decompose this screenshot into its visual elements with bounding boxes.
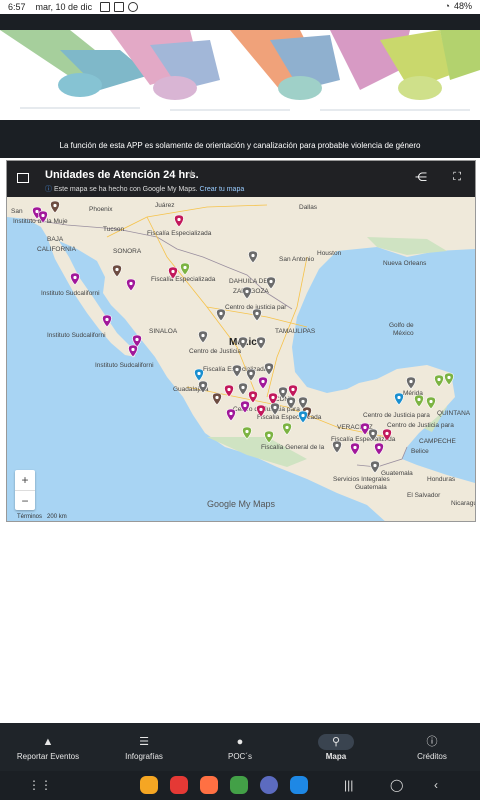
system-navigation: ⋮⋮ ||| ◯ ‹ xyxy=(0,771,480,800)
map-header: Unidades de Atención 24 hrs. ★ ⓘ Este ma… xyxy=(7,161,475,197)
google-icon xyxy=(128,2,139,12)
sidebar-toggle-icon[interactable] xyxy=(17,173,29,183)
map-label: Centro de Justicia xyxy=(189,348,241,355)
list-icon: ☰ xyxy=(139,735,149,748)
map-label: Centro de Justicia para xyxy=(387,422,454,429)
app-bar xyxy=(0,14,480,30)
nav-pocs[interactable]: ● POC´s xyxy=(192,723,288,771)
doc-icon xyxy=(114,2,125,12)
zoom-in-button[interactable]: + xyxy=(15,470,35,490)
handshake-banner-image xyxy=(0,30,480,111)
person-icon: ● xyxy=(236,735,244,748)
map-title: Unidades de Atención 24 hrs. xyxy=(45,169,199,181)
map-label: Fiscalía Especializada xyxy=(147,230,212,237)
map-label: Dallas xyxy=(299,204,318,211)
map-subtitle: ⓘ Este mapa se ha hecho con Google My Ma… xyxy=(45,184,244,194)
embedded-map[interactable]: Unidades de Atención 24 hrs. ★ ⓘ Este ma… xyxy=(6,160,476,522)
map-label: Instituto Sudcaliforni xyxy=(47,332,106,339)
map-svg[interactable]: SanInstituto de la MujePhoenix DallasBAJA… xyxy=(7,197,475,522)
map-label: Fiscalía Especializada xyxy=(257,414,322,421)
pin-icon: ⚲ xyxy=(318,733,354,750)
nav-creditos[interactable]: ⓘ Créditos xyxy=(384,723,480,771)
notification-icons xyxy=(100,2,139,12)
wifi-icon: ◔ xyxy=(444,1,450,11)
warning-icon: ▲ xyxy=(42,735,54,748)
battery-percent: 48% xyxy=(453,1,472,11)
nav-mapa[interactable]: ⚲ Mapa xyxy=(288,723,384,771)
map-label: Honduras xyxy=(427,476,456,483)
map-label: Centro de Justicia para xyxy=(363,412,430,419)
date: mar, 10 de dic xyxy=(35,2,93,12)
gallery-icon xyxy=(100,2,111,12)
map-label: SONORA xyxy=(113,248,142,255)
internet-app-icon[interactable] xyxy=(260,776,278,794)
map-label: Nueva Orleans xyxy=(383,260,427,267)
map-label: Servicios Integrales xyxy=(333,476,390,483)
map-label: Instituto Sudcaliforni xyxy=(95,362,154,369)
map-label: CAMPECHE xyxy=(419,438,457,445)
apps-grid-icon[interactable]: ⋮⋮ xyxy=(28,778,52,792)
nav-infografias[interactable]: ☰ Infografías xyxy=(96,723,192,771)
contacts-app-icon[interactable] xyxy=(200,776,218,794)
brand-text: Google My Maps xyxy=(207,499,276,509)
back-icon[interactable]: ‹ xyxy=(434,778,438,792)
google-my-maps-logo: Google My Maps xyxy=(207,499,275,509)
info-icon: ⓘ xyxy=(426,735,438,748)
calendar-app-icon[interactable] xyxy=(290,776,308,794)
app-dock xyxy=(140,776,308,794)
map-label: San Antonio xyxy=(279,256,314,263)
home-icon[interactable]: ◯ xyxy=(390,778,403,792)
zoom-controls: + − xyxy=(15,470,35,510)
map-label: Phoenix xyxy=(89,206,113,213)
nav-label: Reportar Eventos xyxy=(16,751,80,761)
status-right: ◔ 48% xyxy=(445,1,472,11)
map-canvas[interactable]: San Instituto de la Muje Phoenix Dallas BAJA… xyxy=(7,197,475,522)
disclaimer-banner: La función de esta APP es solamente de o… xyxy=(0,120,480,158)
map-label: CALIFORNIA xyxy=(37,246,77,253)
info-dot-icon: ⓘ xyxy=(45,186,52,193)
fullscreen-icon[interactable]: ⛶ xyxy=(453,171,461,184)
recents-icon[interactable]: ||| xyxy=(344,778,353,792)
map-label: Guatemala xyxy=(355,484,387,491)
map-label: DAHUILA DE xyxy=(229,278,268,285)
zoom-out-button[interactable]: − xyxy=(15,490,35,511)
nav-label: Infografías xyxy=(125,751,163,761)
create-map-link[interactable]: Crear tu mapa xyxy=(200,186,245,193)
map-label: Nicaragua xyxy=(451,500,475,507)
terms-link[interactable]: Términos xyxy=(17,514,42,520)
map-label: México xyxy=(393,330,414,337)
nav-label: Mapa xyxy=(325,751,347,761)
clock: 6:57 xyxy=(8,2,26,12)
map-label: Fiscalía General de la xyxy=(261,444,325,451)
map-label: Houston xyxy=(317,250,342,257)
map-label: QUINTANA xyxy=(437,410,471,417)
calculator-app-icon[interactable] xyxy=(230,776,248,794)
map-label: BAJA xyxy=(47,236,64,243)
map-label: Belice xyxy=(411,448,429,455)
nav-reportar-eventos[interactable]: ▲ Reportar Eventos xyxy=(0,723,96,771)
map-label: San xyxy=(11,208,23,215)
files-app-icon[interactable] xyxy=(140,776,158,794)
status-bar: 6:57 mar, 10 de dic ◔ 48% xyxy=(0,0,480,14)
star-icon[interactable]: ★ xyxy=(187,169,196,180)
map-label: Tucson xyxy=(103,226,124,233)
nav-label: POC´s xyxy=(228,751,252,761)
scale-value: 200 km xyxy=(47,514,67,520)
scale-bar: Términos 200 km xyxy=(17,514,67,520)
disclaimer-text: La función de esta APP es solamente de o… xyxy=(59,141,421,150)
map-label: Instituto Sudcaliforni xyxy=(41,290,100,297)
map-label: SINALOA xyxy=(149,328,178,335)
map-label: Fiscalía Especializada xyxy=(151,276,216,283)
map-label: Juárez xyxy=(155,202,175,209)
header-banner xyxy=(0,30,480,120)
bottom-navigation: ▲ Reportar Eventos ☰ Infografías ● POC´s… xyxy=(0,723,480,771)
map-label: El Salvador xyxy=(407,492,441,499)
map-label: TAMAULIPAS xyxy=(275,328,316,335)
nav-label: Créditos xyxy=(417,751,447,761)
share-icon[interactable]: ⋲ xyxy=(415,170,427,184)
map-subtitle-text: Este mapa se ha hecho con Google My Maps… xyxy=(53,186,198,193)
map-label: Golfo de xyxy=(389,322,414,329)
notes-app-icon[interactable] xyxy=(170,776,188,794)
